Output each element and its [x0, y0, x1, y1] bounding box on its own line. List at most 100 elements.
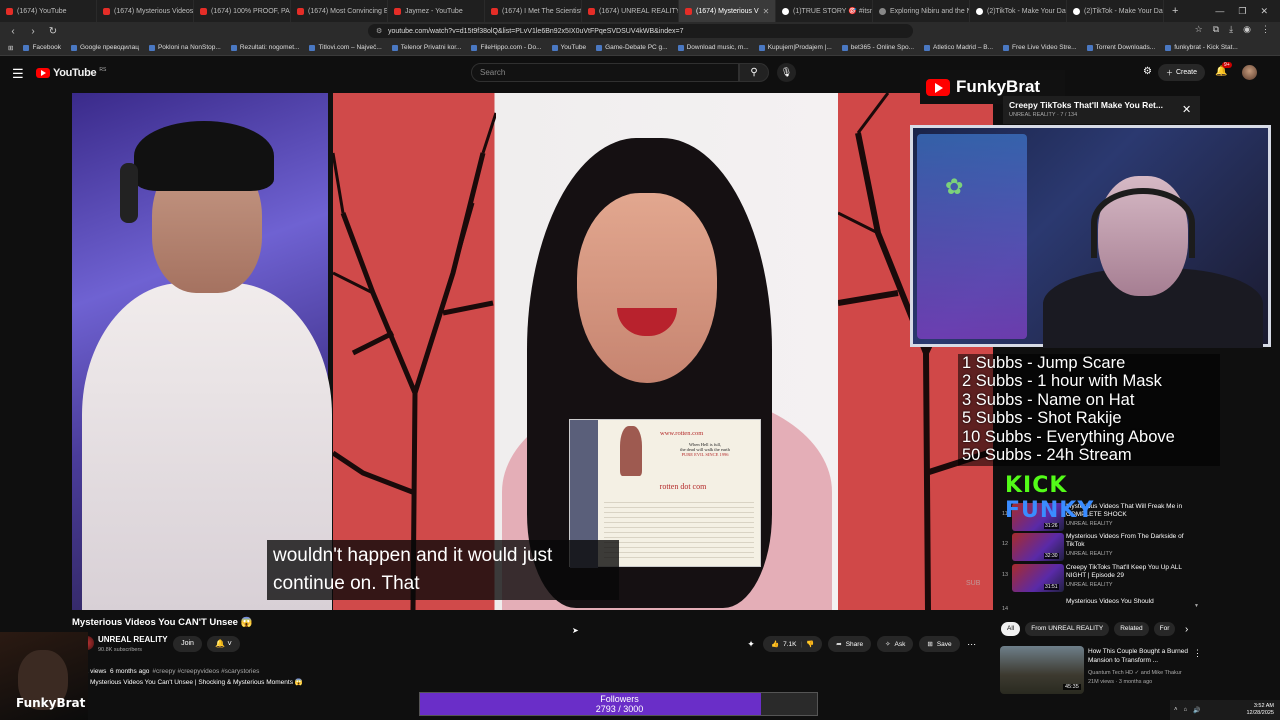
restore-icon[interactable]: ❐: [1238, 6, 1246, 17]
browser-tab-label: (1674) Mysterious V: [696, 7, 759, 15]
playlist-item-title[interactable]: Mysterious Videos From The Darkside of T…: [1066, 533, 1196, 549]
guest-face: [577, 193, 717, 383]
browser-tab[interactable]: Exploring Nibiru and the N: [873, 0, 970, 22]
browser-tab[interactable]: (2)TikTok - Make Your Day: [1067, 0, 1164, 22]
bookmark-item[interactable]: Game-Debate PC g...: [596, 44, 668, 51]
playlist-item[interactable]: 14 Mysterious Videos You Should: [1002, 598, 1200, 612]
recommended-video[interactable]: 45:35 How This Couple Bought a Burned Ma…: [1000, 646, 1202, 694]
playlist-item-title[interactable]: Creepy TikToks That'll Keep You Up ALL N…: [1066, 564, 1196, 580]
bookmark-item[interactable]: FileHippo.com - Do...: [471, 44, 542, 51]
studio-icon[interactable]: ⚙: [1143, 66, 1152, 77]
chevron-down-icon[interactable]: ▼: [1194, 603, 1199, 609]
network-icon[interactable]: ⌂: [1184, 707, 1188, 713]
browser-tab[interactable]: (1674) Mysterious Videos N: [97, 0, 194, 22]
youtube-logo[interactable]: YouTube RS: [36, 67, 106, 79]
forward-icon[interactable]: ›: [26, 26, 40, 37]
recommended-title[interactable]: How This Couple Bought a Burned Mansion …: [1088, 648, 1192, 665]
bookmark-item[interactable]: Facebook: [23, 44, 61, 51]
bookmark-item[interactable]: Titlovi.com – Največ...: [309, 44, 382, 51]
save-button[interactable]: ⊞ Save: [919, 636, 960, 652]
voice-search-button[interactable]: 🎙: [777, 63, 796, 82]
downloads-icon[interactable]: ⤓: [1229, 24, 1233, 35]
clock-date: 12/28/2025: [1246, 710, 1274, 716]
browser-tab[interactable]: (1674) 100% PROOF, PARA: [194, 0, 291, 22]
subscription-bell-button[interactable]: 🔔 ˅: [207, 636, 240, 652]
bookmark-label: FileHippo.com - Do...: [480, 44, 542, 51]
bookmark-star-icon[interactable]: ☆: [1195, 24, 1203, 35]
bookmark-item[interactable]: Telenor Privatni kor...: [391, 44, 461, 51]
new-tab-icon[interactable]: +: [1164, 5, 1186, 17]
recommended-channel[interactable]: Quantum Tech HD ✓ and Mike Thakur: [1088, 670, 1182, 676]
share-button[interactable]: ➦ Share: [828, 636, 872, 652]
bookmark-label: Facebook: [32, 44, 61, 51]
ask-button[interactable]: ✧ Ask: [877, 636, 914, 652]
create-button[interactable]: ＋ Create: [1158, 64, 1206, 81]
browser-tab[interactable]: (1674) I Met The Scientist T: [485, 0, 582, 22]
bookmark-label: funkybrat - Kick Stat...: [1174, 44, 1238, 51]
bookmark-item[interactable]: YouTube: [551, 44, 586, 51]
extensions-icon[interactable]: ⧉: [1213, 24, 1219, 35]
chevron-right-icon[interactable]: ›: [1185, 624, 1188, 635]
profile-icon[interactable]: ◉: [1243, 24, 1251, 35]
playlist-item[interactable]: 13 31:51 Creepy TikToks That'll Keep You U…: [1002, 564, 1200, 594]
bookmark-item[interactable]: Rezultati: nogomet...: [230, 44, 299, 51]
minimize-icon[interactable]: —: [1215, 6, 1224, 16]
playlist-item-title[interactable]: Mysterious Videos You Should: [1066, 598, 1196, 606]
address-bar[interactable]: ⚙ youtube.com/watch?v=d15t9f38olQ&list=P…: [368, 24, 913, 38]
system-clock[interactable]: 3:52 AM 12/28/2025: [1246, 703, 1274, 717]
window-controls: — ❐ ✕: [1215, 0, 1280, 22]
search-input[interactable]: Search: [471, 63, 739, 82]
bookmark-item[interactable]: bet365 - Online Spo...: [841, 44, 914, 51]
apps-icon[interactable]: ⊞: [8, 44, 13, 52]
filter-chip[interactable]: For: [1153, 622, 1176, 636]
search-button[interactable]: ⚲: [739, 63, 769, 82]
microphone-icon: 🎙: [780, 67, 793, 77]
filter-chip[interactable]: Related: [1114, 622, 1149, 636]
bookmark-item[interactable]: Torrent Downloads...: [1086, 44, 1155, 51]
join-button[interactable]: Join: [173, 636, 202, 652]
bookmark-item[interactable]: Atletico Madrid – B...: [924, 44, 993, 51]
browser-tab[interactable]: (1674) UNREAL REALITY: [582, 0, 679, 22]
close-tab-icon[interactable]: ✕: [763, 7, 770, 16]
browser-tab[interactable]: (2)TikTok - Make Your Day: [970, 0, 1067, 22]
playlist-mini-header[interactable]: Creepy TikToks That'll Make You Ret... U…: [1003, 96, 1200, 124]
youtube-favicon-icon: [6, 7, 13, 15]
channel-name[interactable]: UNREAL REALITY: [98, 635, 168, 644]
close-icon[interactable]: ✕: [1182, 103, 1191, 116]
browser-tab[interactable]: Jaymez - YouTube: [388, 0, 485, 22]
account-avatar[interactable]: [1242, 65, 1257, 80]
bookmark-item[interactable]: Pokloni na NonStop...: [148, 44, 221, 51]
thumbs-down-icon[interactable]: 👎: [806, 640, 814, 648]
bookmark-favicon-icon: [148, 44, 155, 51]
system-tray: ˄ ⌂ 🔊 3:52 AM 12/28/2025: [1170, 700, 1280, 720]
bookmark-item[interactable]: funkybrat - Kick Stat...: [1165, 44, 1238, 51]
browser-tab[interactable]: (1674) Mysterious V ✕: [679, 0, 776, 22]
browser-tab[interactable]: (1674) Most Convincing Ev: [291, 0, 388, 22]
filter-chip[interactable]: From UNREAL REALITY: [1025, 622, 1110, 636]
reload-icon[interactable]: ↻: [46, 26, 60, 37]
back-icon[interactable]: ‹: [6, 26, 20, 37]
more-actions-icon[interactable]: ⋯: [966, 636, 978, 652]
more-vertical-icon[interactable]: ⋮: [1193, 648, 1202, 659]
bookmark-item[interactable]: Free Live Video Stre...: [1003, 44, 1077, 51]
bookmark-favicon-icon: [23, 44, 30, 51]
playlist-item[interactable]: 12 32:30 Mysterious Videos From The Darksi…: [1002, 533, 1200, 563]
tray-up-icon[interactable]: ˄: [1174, 707, 1178, 713]
browser-tab[interactable]: (1)TRUE STORY 🎯 #itsnotr: [776, 0, 873, 22]
hashtags[interactable]: #creepy #creepyvideos #scarystories: [152, 668, 259, 675]
browser-tab[interactable]: (1674) YouTube: [0, 0, 97, 22]
description-line[interactable]: Mysterious Videos You Can't Unsee | Shoc…: [90, 678, 303, 686]
video-player[interactable]: www.rotten.com When Hell is full, the de…: [72, 93, 993, 610]
bookmark-item[interactable]: Kupujem|Prodajem |...: [758, 44, 832, 51]
like-button[interactable]: 👍 7.1K | 👎: [763, 636, 823, 652]
bookmark-item[interactable]: Google преводилац: [71, 44, 139, 51]
playlist-item-duration: 31:51: [1044, 584, 1059, 590]
browser-menu-icon[interactable]: ⋮: [1261, 24, 1270, 35]
bookmark-item[interactable]: Download music, m...: [677, 44, 749, 51]
sparkle-icon[interactable]: ✦: [745, 636, 757, 652]
filter-chip[interactable]: All: [1001, 622, 1021, 636]
site-info-icon[interactable]: ⚙: [376, 27, 382, 35]
volume-icon[interactable]: 🔊: [1193, 707, 1200, 714]
close-window-icon[interactable]: ✕: [1260, 6, 1268, 17]
hamburger-menu-icon[interactable]: ☰: [12, 66, 24, 82]
